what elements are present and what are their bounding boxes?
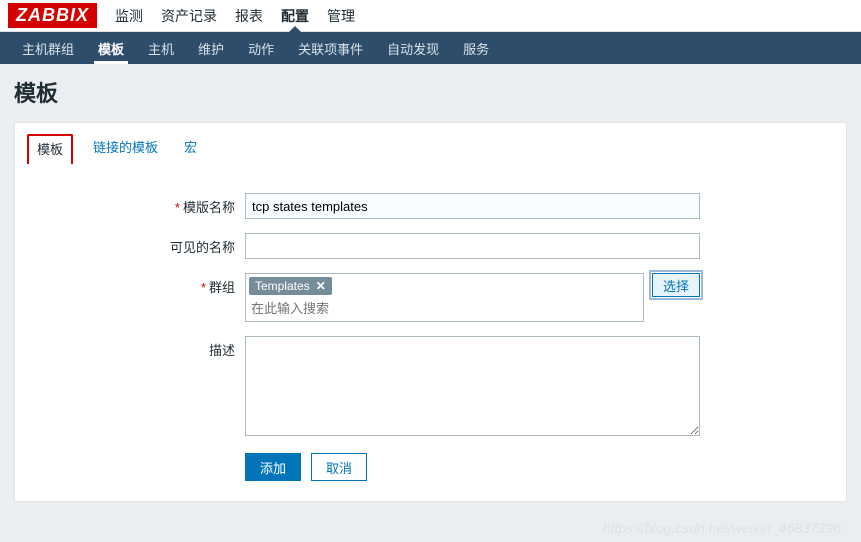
page-area: 模板 模板 链接的模板 宏 *模版名称 可见的名称: [0, 64, 861, 542]
top-header: ZABBIX 监测 资产记录 报表 配置 管理: [0, 0, 861, 32]
page-title: 模板: [14, 76, 847, 108]
label-template-name: *模版名称: [35, 193, 245, 216]
sub-nav-discovery[interactable]: 自动发现: [375, 32, 451, 64]
sub-nav: 主机群组 模板 主机 维护 动作 关联项事件 自动发现 服务: [0, 32, 861, 64]
required-marker: *: [175, 200, 180, 215]
groups-search-input[interactable]: [249, 299, 640, 318]
sub-nav-maintenance[interactable]: 维护: [186, 32, 236, 64]
form-body: *模版名称 可见的名称 *群组: [15, 163, 846, 501]
group-tag-templates: Templates ✕: [249, 277, 332, 295]
top-nav-monitoring[interactable]: 监测: [115, 0, 143, 31]
label-groups: *群组: [35, 273, 245, 296]
group-tag-label: Templates: [255, 279, 310, 293]
tabs: 模板 链接的模板 宏: [15, 123, 846, 163]
visible-name-input[interactable]: [245, 233, 700, 259]
sub-nav-correlation[interactable]: 关联项事件: [286, 32, 375, 64]
top-nav-configuration[interactable]: 配置: [281, 0, 309, 31]
top-nav: 监测 资产记录 报表 配置 管理: [115, 0, 355, 31]
cancel-button[interactable]: 取消: [311, 453, 367, 481]
template-name-input[interactable]: [245, 193, 700, 219]
tab-linked-templates[interactable]: 链接的模板: [87, 133, 164, 163]
sub-nav-hosts[interactable]: 主机: [136, 32, 186, 64]
row-description: 描述: [35, 336, 826, 439]
groups-select-button[interactable]: 选择: [652, 273, 700, 297]
row-template-name: *模版名称: [35, 193, 826, 219]
groups-multiselect[interactable]: Templates ✕: [245, 273, 644, 322]
form-panel: 模板 链接的模板 宏 *模版名称 可见的名称: [14, 122, 847, 502]
required-marker: *: [201, 280, 206, 295]
sub-nav-services[interactable]: 服务: [451, 32, 501, 64]
remove-tag-icon[interactable]: ✕: [316, 279, 326, 293]
description-textarea[interactable]: [245, 336, 700, 436]
logo: ZABBIX: [8, 3, 97, 28]
label-description: 描述: [35, 336, 245, 359]
top-nav-inventory[interactable]: 资产记录: [161, 0, 217, 31]
row-visible-name: 可见的名称: [35, 233, 826, 259]
row-groups: *群组 Templates ✕ 选择: [35, 273, 826, 322]
sub-nav-templates[interactable]: 模板: [86, 32, 136, 64]
sub-nav-actions[interactable]: 动作: [236, 32, 286, 64]
add-button[interactable]: 添加: [245, 453, 301, 481]
top-nav-reports[interactable]: 报表: [235, 0, 263, 31]
tab-template[interactable]: 模板: [27, 134, 73, 164]
label-visible-name: 可见的名称: [35, 233, 245, 256]
top-nav-administration[interactable]: 管理: [327, 0, 355, 31]
form-actions: 添加 取消: [245, 453, 826, 481]
sub-nav-hostgroups[interactable]: 主机群组: [10, 32, 86, 64]
watermark: https://blog.csdn.net/weixin_46837396: [603, 520, 841, 536]
tab-macros[interactable]: 宏: [178, 133, 203, 163]
